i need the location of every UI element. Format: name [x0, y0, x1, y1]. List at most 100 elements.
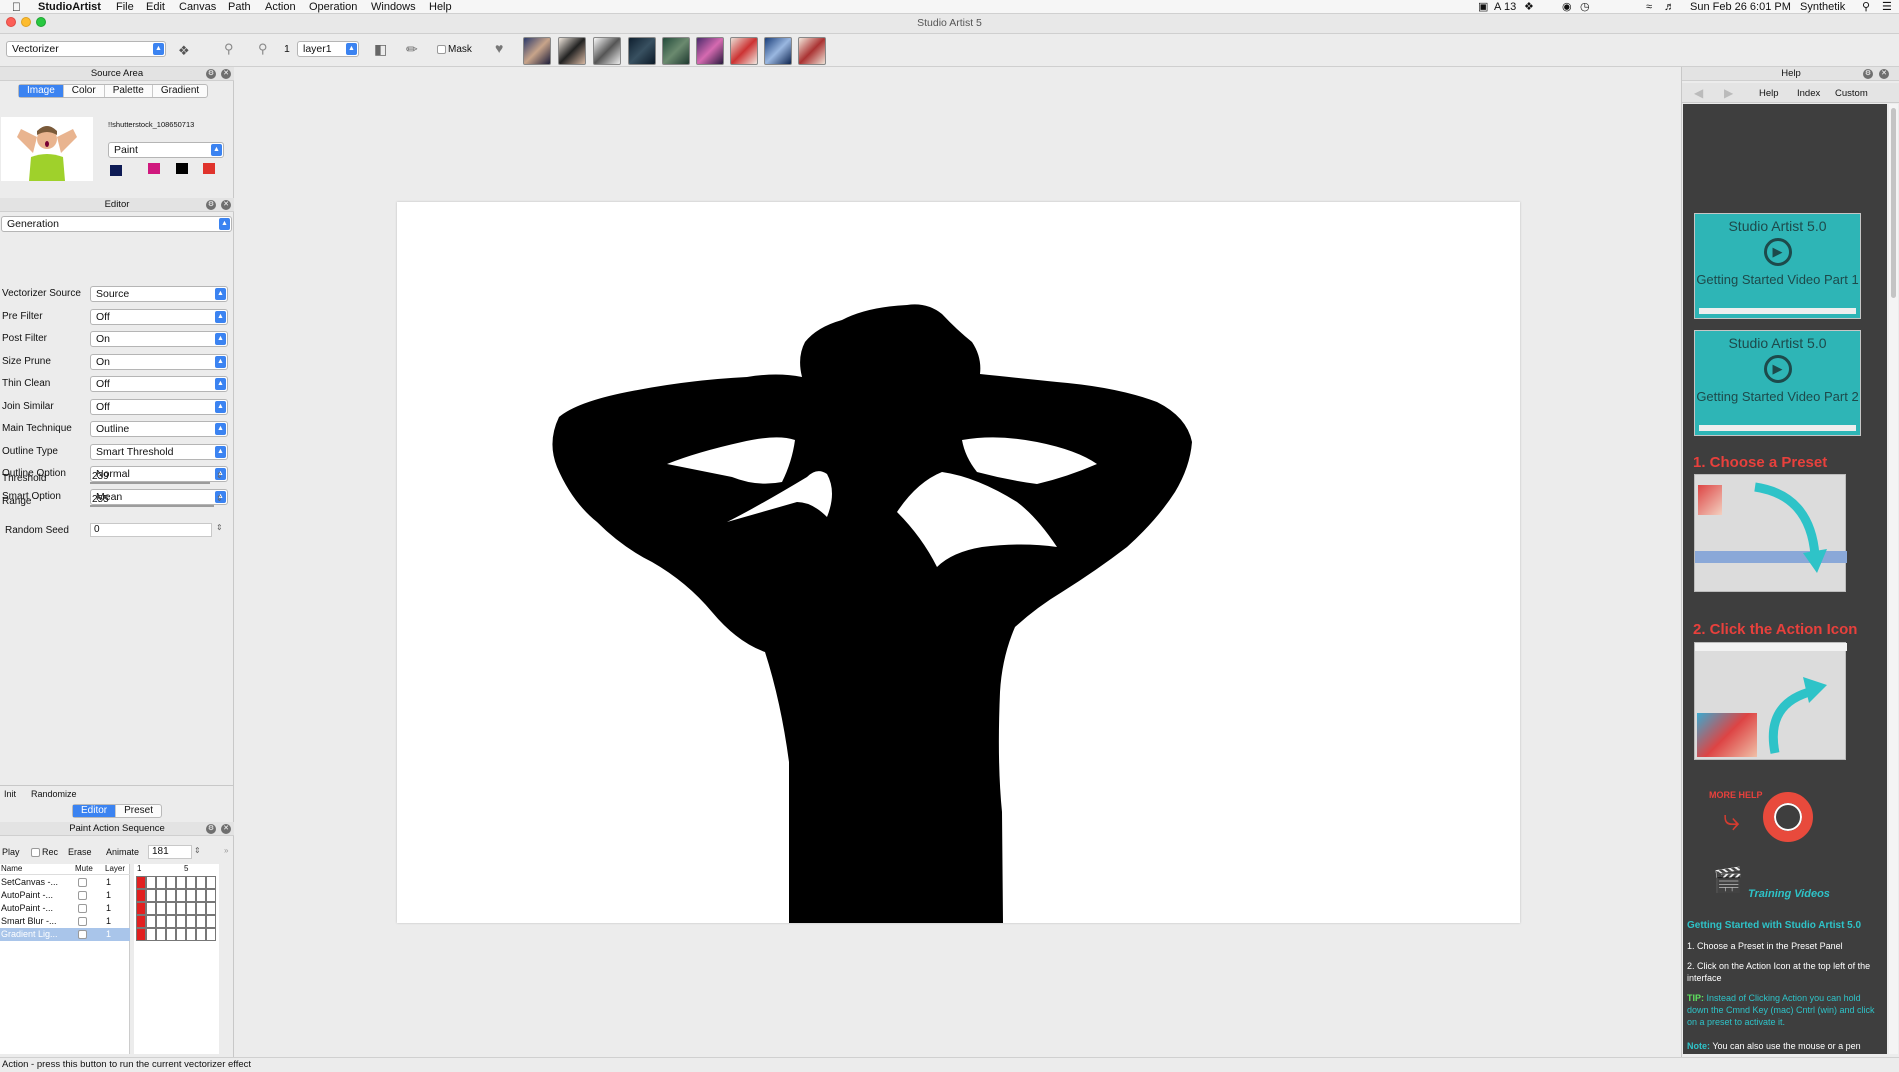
timeline-cell[interactable]	[166, 915, 176, 928]
seed-stepper-icon[interactable]: ⇕	[216, 523, 223, 532]
tab-image[interactable]: Image	[19, 85, 64, 97]
video-part-2[interactable]: Studio Artist 5.0 ▶ Getting Started Vide…	[1694, 330, 1861, 436]
forward-icon[interactable]: ▶	[1724, 86, 1733, 100]
menu-operation[interactable]: Operation	[309, 0, 357, 14]
pas-row[interactable]: AutoPaint -... 1	[0, 889, 130, 902]
menu-canvas[interactable]: Canvas	[179, 0, 216, 14]
timeline-cell[interactable]	[166, 889, 176, 902]
app-menu[interactable]: StudioArtist	[38, 0, 101, 14]
layer-options-icon[interactable]: ◧	[374, 41, 387, 58]
timeline-cell[interactable]	[206, 915, 216, 928]
mute-checkbox[interactable]	[78, 930, 87, 939]
timeline-cell[interactable]	[186, 876, 196, 889]
pas-row[interactable]: Smart Blur -... 1	[0, 915, 130, 928]
param-select[interactable]: Normal ▲	[90, 466, 228, 482]
preset-thumb-1[interactable]	[523, 37, 551, 65]
param-select[interactable]: On ▲	[90, 331, 228, 347]
preset-thumb-7[interactable]	[730, 37, 758, 65]
preset-thumb-9[interactable]	[798, 37, 826, 65]
timeline-cell[interactable]	[196, 915, 206, 928]
operation-select[interactable]: Vectorizer ▲	[6, 41, 166, 57]
dropbox-icon[interactable]: ❖	[1524, 0, 1534, 14]
help-settings-icon[interactable]: ⚙	[1863, 69, 1873, 79]
close-window-button[interactable]	[6, 17, 16, 27]
animate-frames-field[interactable]: 181	[148, 845, 192, 859]
brush-icon[interactable]: ✏	[406, 41, 418, 58]
threshold-slider[interactable]	[90, 482, 210, 484]
timeline-cell[interactable]	[146, 902, 156, 915]
editor-category-select[interactable]: Generation ▲	[1, 216, 232, 232]
tab-gradient[interactable]: Gradient	[153, 85, 207, 97]
timeline-cell[interactable]	[166, 928, 176, 941]
tab-color[interactable]: Color	[64, 85, 105, 97]
swatch-1[interactable]	[110, 165, 122, 176]
apple-icon[interactable]: 	[12, 0, 21, 14]
rec-checkbox[interactable]	[31, 848, 40, 857]
timeline-cell[interactable]	[206, 889, 216, 902]
init-button[interactable]: Init	[4, 789, 16, 799]
back-icon[interactable]: ◀	[1694, 86, 1703, 100]
tab-palette[interactable]: Palette	[105, 85, 153, 97]
param-select[interactable]: Off ▲	[90, 399, 228, 415]
menu-action[interactable]: Action	[265, 0, 296, 14]
lifebuoy-icon[interactable]	[1763, 792, 1813, 842]
pas-row[interactable]: AutoPaint -... 1	[0, 902, 130, 915]
menu-path[interactable]: Path	[228, 0, 251, 14]
timeline-cell[interactable]	[156, 889, 166, 902]
random-seed-field[interactable]: 0	[90, 523, 212, 537]
pas-expand-icon[interactable]: »	[224, 846, 228, 855]
timeline-cell[interactable]	[186, 889, 196, 902]
timeline-grid[interactable]: 1 5	[134, 864, 219, 1054]
zoom-window-button[interactable]	[36, 17, 46, 27]
camera-icon[interactable]: ▣	[1478, 0, 1488, 14]
zoom-out-icon[interactable]: ⚲	[258, 41, 268, 57]
pas-row[interactable]: SetCanvas -... 1	[0, 876, 130, 889]
range-slider[interactable]	[90, 505, 214, 507]
notification-icon[interactable]: ☰	[1882, 0, 1892, 14]
swatch-3[interactable]	[176, 163, 188, 174]
timeline-cell[interactable]	[176, 928, 186, 941]
preset-thumb-6[interactable]	[696, 37, 724, 65]
timeline-cell[interactable]	[186, 928, 196, 941]
range-value[interactable]: 255	[92, 494, 109, 505]
timeline-cell[interactable]	[156, 876, 166, 889]
timeline-cell[interactable]	[186, 915, 196, 928]
wifi-icon[interactable]: ≈	[1646, 0, 1652, 14]
source-image-thumbnail[interactable]	[1, 117, 93, 181]
mute-checkbox[interactable]	[78, 878, 87, 887]
timeline-cell[interactable]	[136, 915, 146, 928]
frames-stepper-icon[interactable]: ⇕	[194, 846, 201, 855]
mute-checkbox[interactable]	[78, 891, 87, 900]
menu-help[interactable]: Help	[429, 0, 452, 14]
timeline-cell[interactable]	[166, 876, 176, 889]
timeline-cell[interactable]	[176, 876, 186, 889]
range-stepper-icon[interactable]: ⇕	[216, 494, 223, 503]
param-select[interactable]: On ▲	[90, 354, 228, 370]
preset-thumb-5[interactable]	[662, 37, 690, 65]
video2-progress[interactable]	[1699, 425, 1856, 431]
help-nav-index[interactable]: Index	[1797, 88, 1820, 99]
source-mode-select[interactable]: Paint ▲	[108, 142, 224, 158]
timeline-cell[interactable]	[136, 876, 146, 889]
layer-select[interactable]: layer1 ▲	[297, 41, 359, 57]
spotlight-icon[interactable]: ⚲	[1862, 0, 1870, 14]
help-close-icon[interactable]: ✕	[1879, 69, 1889, 79]
volume-icon[interactable]: ♬	[1664, 0, 1675, 14]
timeline-cell[interactable]	[206, 876, 216, 889]
menu-file[interactable]: File	[116, 0, 134, 14]
timeline-cell[interactable]	[176, 889, 186, 902]
timeline-cell[interactable]	[196, 902, 206, 915]
timeline-cell[interactable]	[196, 876, 206, 889]
timeline-cell[interactable]	[166, 902, 176, 915]
pas-settings-icon[interactable]: ⚙	[206, 824, 216, 834]
timeline-cell[interactable]	[156, 915, 166, 928]
timeline-cell[interactable]	[206, 928, 216, 941]
mask-checkbox[interactable]	[437, 45, 446, 54]
timeline-cell[interactable]	[176, 902, 186, 915]
training-videos-link[interactable]: Training Videos	[1748, 888, 1830, 900]
timeline-cell[interactable]	[146, 876, 156, 889]
timeline-cell[interactable]	[156, 928, 166, 941]
timeline-cell[interactable]	[196, 889, 206, 902]
play-button[interactable]: Play	[2, 847, 20, 857]
editor-close-icon[interactable]: ✕	[221, 200, 231, 210]
